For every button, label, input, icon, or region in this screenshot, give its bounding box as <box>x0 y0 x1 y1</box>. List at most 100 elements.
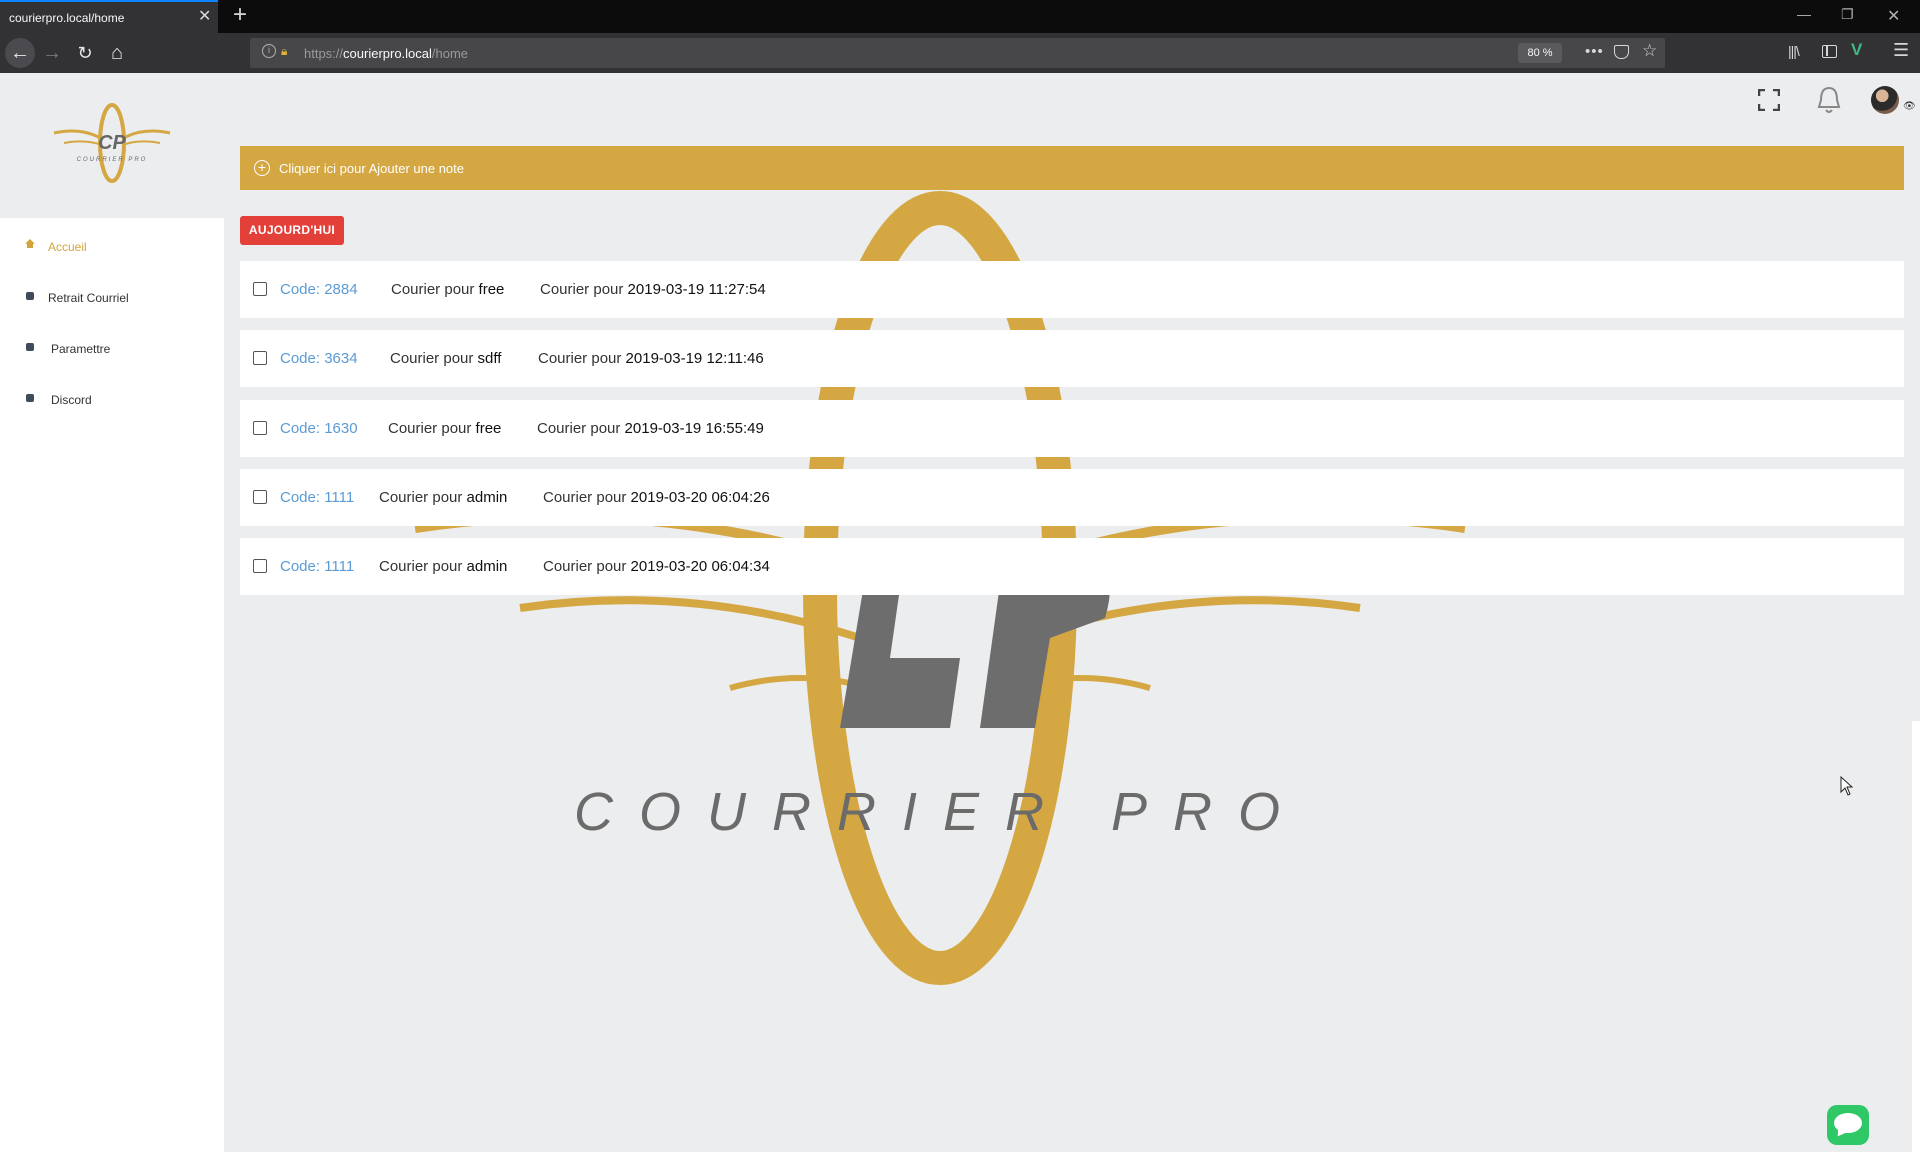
courier-prefix: Courier pour <box>379 558 463 575</box>
add-note-text: Cliquer ici pour Ajouter une note <box>279 161 465 176</box>
sidebar-item-accueil[interactable]: Accueil <box>0 227 224 267</box>
url-path: /home <box>431 46 469 61</box>
sidebar-item-label: Retrait Courriel <box>48 291 129 305</box>
row-checkbox[interactable] <box>253 421 267 435</box>
logo-brand-text: COURRIER PRO <box>77 157 148 163</box>
hamburger-menu-icon[interactable]: ☰ <box>1893 40 1909 61</box>
logo-initials: CP <box>98 132 126 154</box>
window-restore-icon[interactable]: ❐ <box>1841 6 1854 23</box>
courier-code-link[interactable]: Code: 3634 <box>280 350 358 367</box>
sidebar-item-label: Paramettre <box>51 342 111 356</box>
courier-prefix: Courier pour <box>388 420 472 437</box>
back-arrow-icon[interactable]: ← <box>5 38 35 68</box>
logo-area: CP COURRIER PRO <box>0 73 224 218</box>
date-value: 2019-03-19 11:27:54 <box>627 281 766 298</box>
courier-recipient: Courier pour free <box>388 420 501 437</box>
courier-date: Courier pour 2019-03-20 06:04:26 <box>543 489 770 506</box>
fullscreen-icon[interactable] <box>1758 89 1780 111</box>
row-checkbox[interactable] <box>253 351 267 365</box>
recipient-name: admin <box>466 558 508 575</box>
bell-icon[interactable] <box>1816 86 1842 114</box>
insecure-lock-icon[interactable]: 🔒︎ <box>281 44 287 59</box>
tab-title: courierpro.local/home <box>9 11 125 25</box>
courier-prefix: Courier pour <box>540 281 624 298</box>
courier-date: Courier pour 2019-03-19 12:11:46 <box>538 350 764 367</box>
courier-recipient: Courier pour admin <box>379 489 507 506</box>
avatar[interactable] <box>1871 86 1899 114</box>
courier-row: Code: 3634 Courier pour sdff Courier pou… <box>240 330 1904 387</box>
courier-recipient: Courier pour free <box>391 281 504 298</box>
row-checkbox[interactable] <box>253 559 267 573</box>
courier-prefix: Courier pour <box>390 350 474 367</box>
browser-toolbar: ← → ↻ ⌂ i 🔒︎ https://courierpro.local/ho… <box>0 33 1920 73</box>
date-value: 2019-03-20 06:04:34 <box>630 558 770 575</box>
new-tab-icon[interactable]: + <box>233 3 247 27</box>
tab-close-icon[interactable]: ✕ <box>198 9 211 25</box>
courrier-pro-watermark: COURRIER PRO <box>414 191 1466 985</box>
sidebar-item-paramettre[interactable]: Paramettre <box>0 329 224 369</box>
courier-code-link[interactable]: Code: 1630 <box>280 420 358 437</box>
pocket-icon[interactable] <box>1614 45 1629 59</box>
courier-recipient: Courier pour sdff <box>390 350 501 367</box>
page-edge <box>1912 721 1920 1152</box>
library-icon[interactable]: |||\ <box>1788 43 1800 59</box>
sidebar-item-retrait-courriel[interactable]: Retrait Courriel <box>0 278 224 318</box>
sidebars-icon[interactable] <box>1822 45 1837 58</box>
more-actions-icon[interactable]: ••• <box>1585 43 1604 60</box>
courier-row: Code: 1630 Courier pour free Courier pou… <box>240 400 1904 457</box>
courier-prefix: Courier pour <box>538 350 622 367</box>
sidebar-item-discord[interactable]: Discord <box>0 380 224 420</box>
courier-row: Code: 2884 Courier pour free Courier pou… <box>240 261 1904 318</box>
courier-date: Courier pour 2019-03-20 06:04:34 <box>543 558 770 575</box>
info-icon[interactable]: i <box>262 44 276 58</box>
app-icon <box>26 394 34 402</box>
bookmark-star-icon[interactable]: ☆ <box>1642 41 1657 61</box>
courier-row: Code: 1111 Courier pour admin Courier po… <box>240 469 1904 526</box>
date-value: 2019-03-20 06:04:26 <box>630 489 770 506</box>
home-icon <box>25 239 35 248</box>
watermark-brand-text: COURRIER PRO <box>574 782 1306 842</box>
courier-code-link[interactable]: Code: 1111 <box>280 558 354 575</box>
plus-circle-icon: + <box>254 160 270 176</box>
date-value: 2019-03-19 16:55:49 <box>624 420 764 437</box>
sidebar-item-label: Discord <box>51 393 92 407</box>
row-checkbox[interactable] <box>253 282 267 296</box>
reload-icon[interactable]: ↻ <box>70 38 100 68</box>
mouse-cursor-icon <box>1840 776 1854 796</box>
recipient-name: free <box>475 420 502 437</box>
app-icon <box>26 292 34 300</box>
forward-arrow-icon[interactable]: → <box>37 38 67 68</box>
today-button[interactable]: AUJOURD'HUI <box>240 216 344 245</box>
add-note-bar[interactable]: + Cliquer ici pour Ajouter une note <box>240 146 1904 190</box>
recipient-name: sdff <box>477 350 502 367</box>
url-bar[interactable]: i 🔒︎ https://courierpro.local/home 80 % … <box>250 38 1665 68</box>
sidebar: CP COURRIER PRO Accueil Retrait Courriel… <box>0 73 224 1152</box>
courier-prefix: Courier pour <box>391 281 475 298</box>
courier-date: Courier pour 2019-03-19 11:27:54 <box>540 281 766 298</box>
home-icon[interactable]: ⌂ <box>102 38 132 68</box>
window-minimize-icon[interactable]: — <box>1797 6 1811 22</box>
url-host: courierpro.local <box>343 46 432 61</box>
date-value: 2019-03-19 12:11:46 <box>625 350 764 367</box>
courier-prefix: Courier pour <box>543 558 627 575</box>
courier-code-link[interactable]: Code: 1111 <box>280 489 354 506</box>
zoom-level-badge[interactable]: 80 % <box>1518 43 1562 63</box>
url-text[interactable]: https://courierpro.local/home <box>304 46 468 61</box>
courier-date: Courier pour 2019-03-19 16:55:49 <box>537 420 764 437</box>
window-close-icon[interactable]: ✕ <box>1887 6 1900 26</box>
browser-tab-bar: courierpro.local/home ✕ + — ❐ ✕ <box>0 0 1920 33</box>
sidebar-item-label: Accueil <box>48 240 87 254</box>
eye-icon[interactable]: 👁︎ <box>1903 101 1916 112</box>
vue-devtools-icon[interactable]: V <box>1851 40 1862 60</box>
courier-code-link[interactable]: Code: 2884 <box>280 281 358 298</box>
chat-bubble-button[interactable] <box>1827 1105 1869 1145</box>
url-scheme: https:// <box>304 46 344 61</box>
row-checkbox[interactable] <box>253 490 267 504</box>
recipient-name: admin <box>466 489 508 506</box>
courrier-pro-logo[interactable]: CP COURRIER PRO <box>52 101 172 191</box>
courier-row: Code: 1111 Courier pour admin Courier po… <box>240 538 1904 595</box>
courier-prefix: Courier pour <box>379 489 463 506</box>
courier-prefix: Courier pour <box>543 489 627 506</box>
courier-prefix: Courier pour <box>537 420 621 437</box>
browser-tab[interactable]: courierpro.local/home ✕ <box>0 0 218 33</box>
